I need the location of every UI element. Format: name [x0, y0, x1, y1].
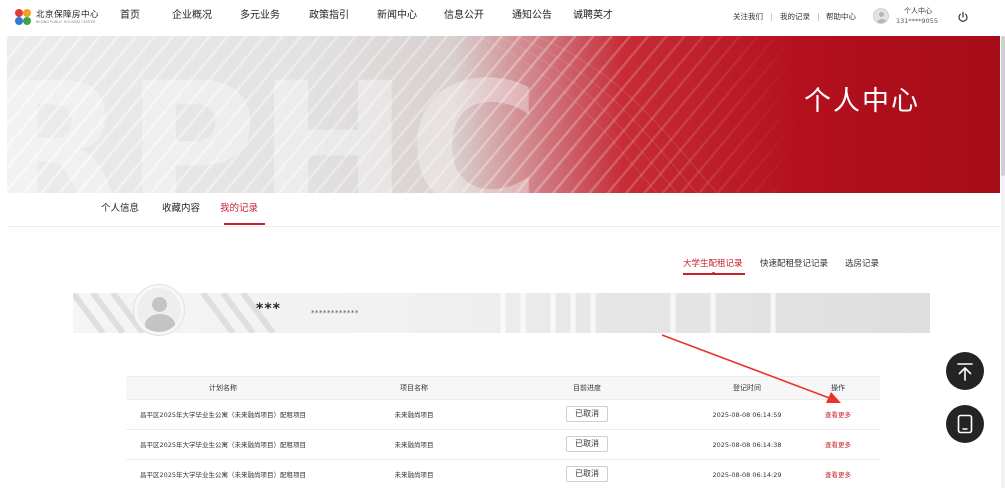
column-action: 操作 [831, 384, 845, 392]
user-avatar-icon[interactable] [873, 8, 889, 24]
nav-item-news[interactable]: 新闻中心 [377, 9, 417, 23]
back-to-top-button[interactable] [946, 352, 984, 390]
view-more-link[interactable]: 查看更多 [825, 411, 851, 420]
site-logo[interactable]: 北京保障房中心 BEIJING PUBLIC HOUSING CENTER [15, 9, 99, 26]
user-name: *** [256, 301, 281, 317]
cell-register-time: 2025-08-08 06:14:29 [712, 471, 782, 479]
cell-project-name: 未来融尚项目 [394, 441, 434, 449]
nav-item-home[interactable]: 首页 [120, 9, 140, 23]
tab-graduate-rental-records[interactable]: 大学生配租记录 [683, 259, 743, 270]
view-more-link[interactable]: 查看更多 [825, 471, 851, 480]
nav-item-policy[interactable]: 政策指引 [309, 9, 349, 23]
status-badge: 已取消 [566, 436, 608, 452]
top-navigation: 北京保障房中心 BEIJING PUBLIC HOUSING CENTER 首页… [0, 0, 1005, 36]
column-progress: 目前进度 [573, 384, 601, 392]
cell-register-time: 2025-08-08 06:14:38 [712, 441, 782, 449]
tab-quick-rental-records[interactable]: 快速配租登记记录 [760, 259, 828, 270]
tab-my-records[interactable]: 我的记录 [220, 203, 258, 215]
column-register-time: 登记时间 [733, 384, 761, 392]
logo-mark-icon [15, 9, 32, 26]
table-row: 昌平区2025年大学毕业生公寓（未来融尚项目）配租项目 未来融尚项目 已取消 2… [126, 400, 880, 430]
status-badge: 已取消 [566, 466, 608, 482]
my-records-link[interactable]: 我的记录 [780, 12, 810, 22]
tab-personal-info[interactable]: 个人信息 [101, 203, 139, 215]
follow-us-link[interactable]: 关注我们 [733, 12, 763, 22]
header-decoration [73, 293, 776, 333]
table-header: 计划名称 项目名称 目前进度 登记时间 操作 [126, 376, 880, 400]
logo-title: 北京保障房中心 [36, 10, 100, 20]
banner-watermark: RPHC [7, 45, 540, 193]
status-badge: 已取消 [566, 406, 608, 422]
scrollbar-thumb[interactable] [1001, 36, 1005, 176]
view-more-link[interactable]: 查看更多 [825, 441, 851, 450]
back-to-top-icon [957, 363, 973, 381]
profile-avatar-icon [134, 285, 184, 335]
cell-plan-name: 昌平区2025年大学毕业生公寓（未来融尚项目）配租项目 [139, 411, 307, 419]
table-row: 昌平区2025年大学毕业生公寓（未来融尚项目）配租项目 未来融尚项目 已取消 2… [126, 460, 880, 488]
active-record-tab-dot [712, 272, 715, 275]
cell-project-name: 未来融尚项目 [394, 411, 434, 419]
banner-title: 个人中心 [804, 86, 920, 117]
user-id-number: ************ [311, 309, 359, 317]
divider [771, 13, 772, 21]
tab-room-selection-records[interactable]: 选房记录 [845, 259, 879, 270]
table-row: 昌平区2025年大学毕业生公寓（未来融尚项目）配租项目 未来融尚项目 已取消 2… [126, 430, 880, 460]
tab-favorites[interactable]: 收藏内容 [162, 203, 200, 215]
user-phone: 131****9055 [896, 17, 938, 25]
svg-text:RPHC: RPHC [7, 45, 540, 193]
profile-header: *** ************ [73, 293, 930, 333]
tablet-icon [957, 414, 973, 434]
feedback-button[interactable] [946, 405, 984, 443]
nav-item-disclosure[interactable]: 信息公开 [444, 9, 484, 23]
nav-item-business[interactable]: 多元业务 [240, 9, 280, 23]
cell-plan-name: 昌平区2025年大学毕业生公寓（未来融尚项目）配租项目 [139, 441, 307, 449]
cell-project-name: 未来融尚项目 [394, 471, 434, 479]
nav-item-careers[interactable]: 诚聘英才 [573, 9, 613, 23]
cell-plan-name: 昌平区2025年大学毕业生公寓（未来融尚项目）配租项目 [139, 471, 307, 479]
logo-subtitle: BEIJING PUBLIC HOUSING CENTER [36, 20, 96, 24]
hero-banner: RPHC 个人中心 [7, 36, 1000, 193]
profile-tabs: 个人信息 收藏内容 我的记录 [7, 193, 1000, 227]
cell-register-time: 2025-08-08 06:14:59 [712, 411, 782, 419]
help-center-link[interactable]: 帮助中心 [826, 12, 856, 22]
divider [818, 13, 819, 21]
nav-item-company[interactable]: 企业概况 [172, 9, 212, 23]
active-tab-underline [224, 223, 265, 225]
nav-item-notices[interactable]: 通知公告 [512, 9, 552, 23]
user-center-label[interactable]: 个人中心 [904, 7, 932, 16]
column-project-name: 项目名称 [400, 384, 428, 392]
power-icon[interactable] [957, 11, 969, 23]
column-plan-name: 计划名称 [209, 384, 237, 392]
